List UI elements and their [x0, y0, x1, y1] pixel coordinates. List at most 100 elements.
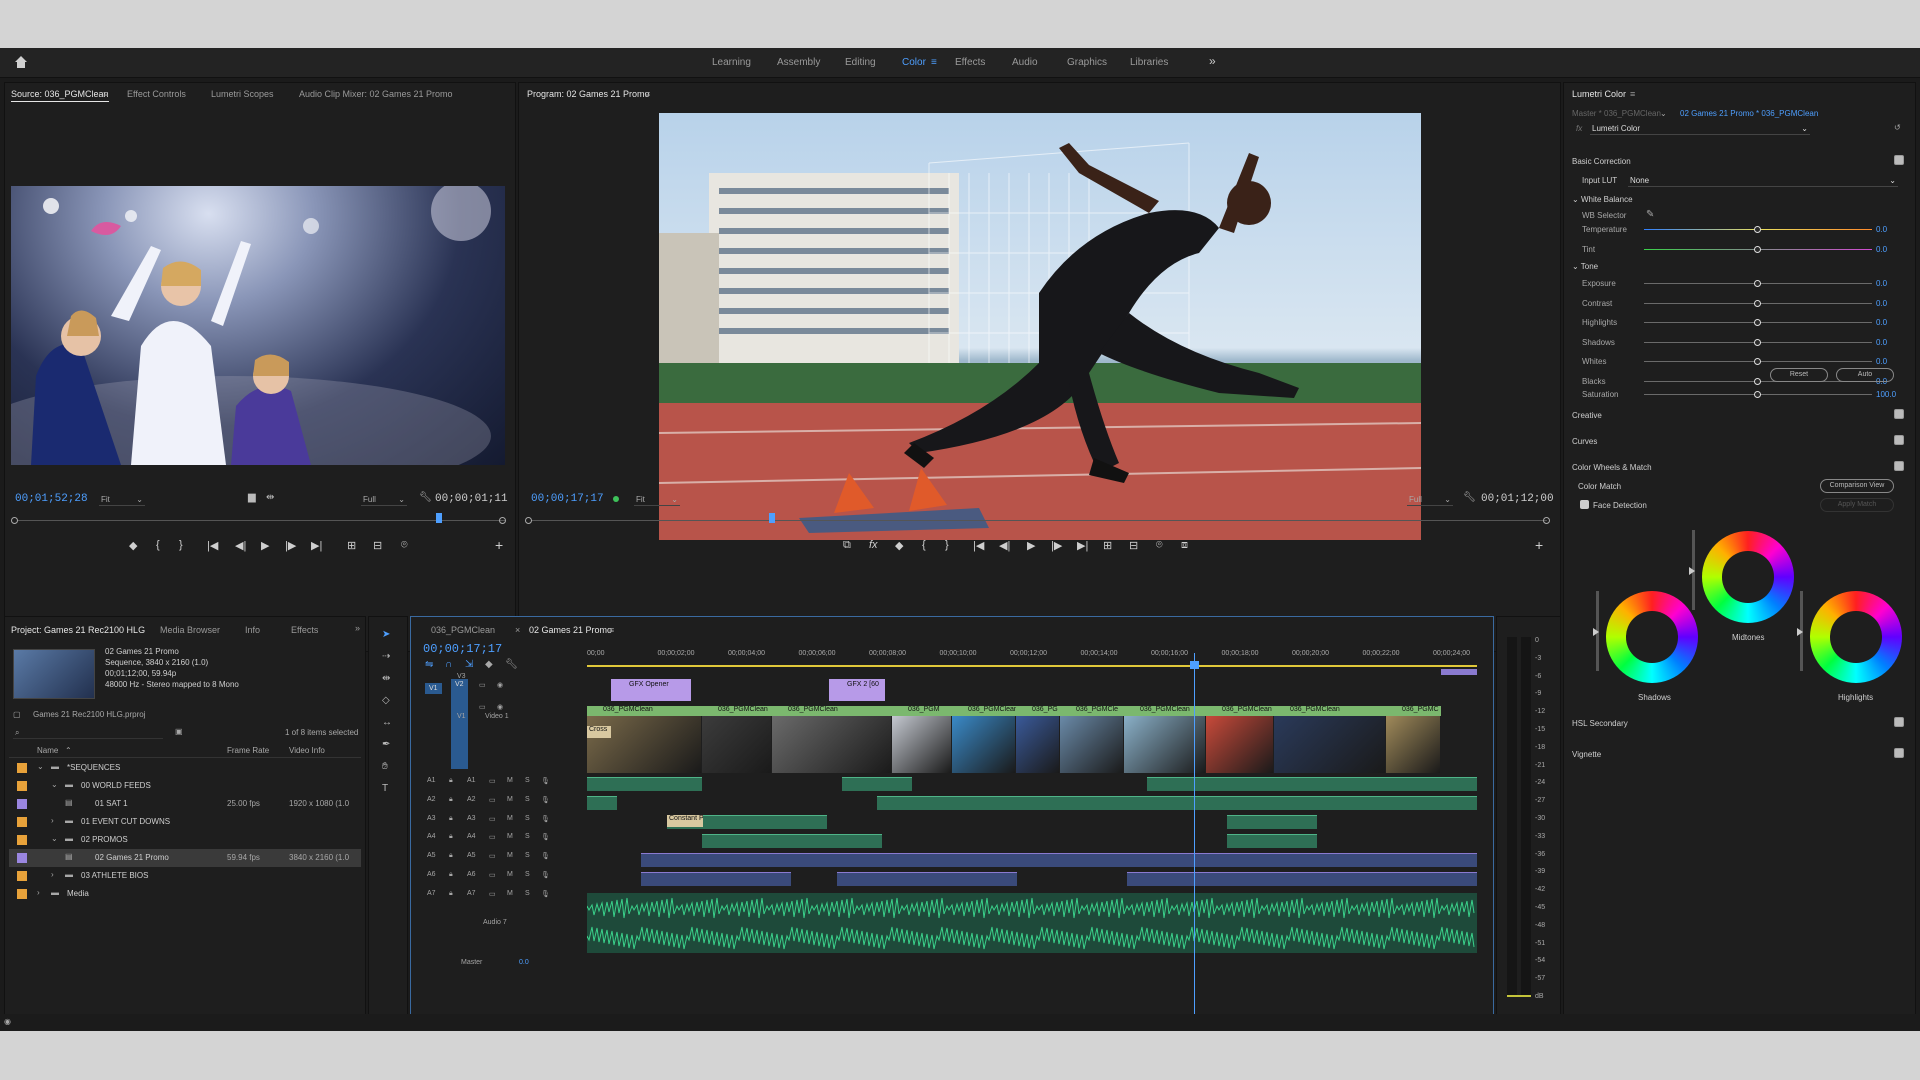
- audio-7-waveform-clip[interactable]: [586, 893, 1477, 953]
- shadows-color-wheel[interactable]: [1606, 591, 1698, 683]
- clip-thumbnail[interactable]: [1386, 716, 1440, 773]
- tab-info[interactable]: Info: [245, 625, 260, 635]
- twirl-icon[interactable]: ›: [51, 870, 54, 879]
- track-a5-label[interactable]: A5: [467, 852, 476, 859]
- more-workspaces-icon[interactable]: »: [1209, 54, 1216, 68]
- lock-icon[interactable]: 🔒︎: [449, 777, 453, 785]
- track-v1-label[interactable]: V1: [457, 713, 466, 720]
- overwrite-icon[interactable]: ⊟: [373, 539, 382, 552]
- go-to-in-icon[interactable]: |◀: [207, 539, 218, 552]
- type-tool-icon[interactable]: T: [382, 783, 388, 794]
- reset-effect-icon[interactable]: ↺: [1894, 123, 1901, 132]
- v1-clip[interactable]: 036_PGMC: [1386, 706, 1441, 716]
- curves-checkbox[interactable]: [1894, 435, 1904, 445]
- audio-clip[interactable]: [1297, 796, 1477, 810]
- gfx-opener-clip[interactable]: GFX Opener: [611, 679, 691, 701]
- column-frame-rate[interactable]: Frame Rate: [227, 746, 269, 755]
- audio-clip[interactable]: [1227, 815, 1317, 829]
- solo-button[interactable]: S: [525, 815, 530, 822]
- column-video-info[interactable]: Video Info: [289, 746, 325, 755]
- shadows-slider-knob[interactable]: [1754, 338, 1761, 346]
- source-playhead[interactable]: [436, 513, 442, 523]
- solo-button[interactable]: S: [525, 796, 530, 803]
- hand-tool-icon[interactable]: ✋︎: [382, 761, 388, 772]
- v1-clip[interactable]: 036_PGMClean: [702, 706, 772, 716]
- effect-select[interactable]: Lumetri Color ⌄: [1590, 123, 1810, 135]
- tab-project[interactable]: Project: Games 21 Rec2100 HLG: [11, 625, 145, 637]
- reset-button[interactable]: Reset: [1770, 368, 1828, 382]
- twirl-icon[interactable]: ⌄: [51, 780, 58, 789]
- program-quality-select[interactable]: Full ⌄: [1407, 494, 1453, 506]
- track-a6-label[interactable]: A6: [467, 871, 476, 878]
- comparison-view-button[interactable]: Comparison View: [1820, 479, 1894, 493]
- clip-thumbnail[interactable]: [1274, 716, 1385, 773]
- lock-icon[interactable]: 🔒︎: [449, 852, 453, 860]
- source-patch-a3[interactable]: A3: [427, 815, 436, 822]
- workspace-menu-icon[interactable]: ≡: [931, 57, 937, 68]
- mute-button[interactable]: M: [507, 833, 513, 840]
- slip-tool-icon[interactable]: ↔: [382, 717, 392, 728]
- tab-lumetri-scopes[interactable]: Lumetri Scopes: [211, 89, 274, 99]
- label-color-swatch[interactable]: [17, 889, 27, 899]
- work-area-bar[interactable]: [587, 665, 1477, 667]
- program-scrub-start[interactable]: [525, 517, 532, 524]
- exposure-slider-value[interactable]: 0.0: [1876, 279, 1887, 288]
- voiceover-icon[interactable]: 🎙︎: [541, 796, 550, 804]
- source-patch-a5[interactable]: A5: [427, 852, 436, 859]
- sync-lock-icon[interactable]: ▭: [489, 871, 496, 879]
- tab-media-browser[interactable]: Media Browser: [160, 625, 220, 635]
- voiceover-icon[interactable]: 🎙︎: [541, 890, 550, 898]
- clip-thumbnail[interactable]: [892, 716, 951, 773]
- add-button-icon[interactable]: +: [1535, 537, 1543, 553]
- fx-icon[interactable]: fx: [869, 539, 878, 551]
- creative-checkbox[interactable]: [1894, 409, 1904, 419]
- vignette-header[interactable]: Vignette: [1572, 750, 1601, 759]
- whites-slider-value[interactable]: 0.0: [1876, 357, 1887, 366]
- audio-clip[interactable]: [877, 796, 1297, 810]
- source-quality-select[interactable]: Full ⌄: [361, 494, 407, 506]
- export-frame-icon[interactable]: ⌾: [401, 539, 408, 552]
- mute-button[interactable]: M: [507, 871, 513, 878]
- source-patch-a1[interactable]: A1: [427, 777, 436, 784]
- mark-out-icon[interactable]: }: [945, 539, 949, 551]
- source-scrubber[interactable]: [17, 520, 505, 521]
- mark-in-icon[interactable]: {: [922, 539, 926, 551]
- eye-icon[interactable]: ◉: [497, 703, 503, 711]
- source-timecode[interactable]: 00;01;52;28: [15, 493, 88, 505]
- step-forward-icon[interactable]: |▶: [285, 539, 296, 552]
- workspace-effects[interactable]: Effects: [955, 57, 985, 68]
- mute-button[interactable]: M: [507, 852, 513, 859]
- lock-icon[interactable]: 🔒︎: [449, 796, 453, 804]
- audio-clip[interactable]: [1157, 796, 1227, 810]
- twirl-icon[interactable]: ›: [37, 888, 40, 897]
- lock-icon[interactable]: 🔒︎: [449, 871, 453, 879]
- v1-clip[interactable]: 036_PGMCle: [1060, 706, 1124, 716]
- face-detection-checkbox[interactable]: [1580, 500, 1589, 509]
- track-v2-label[interactable]: V2: [451, 679, 468, 769]
- tab-lumetri-color[interactable]: Lumetri Color: [1572, 89, 1626, 101]
- source-patch-a7[interactable]: A7: [427, 890, 436, 897]
- label-color-swatch[interactable]: [17, 799, 27, 809]
- label-color-swatch[interactable]: [17, 871, 27, 881]
- master-clip-label[interactable]: Master * 036_PGMClean: [1572, 109, 1661, 118]
- workspace-assembly[interactable]: Assembly: [777, 57, 820, 68]
- sync-lock-icon[interactable]: ▭: [489, 796, 496, 804]
- lock-icon[interactable]: 🔒︎: [449, 833, 453, 841]
- voiceover-icon[interactable]: 🎙︎: [541, 777, 550, 785]
- color-wheels-header[interactable]: Color Wheels & Match: [1572, 463, 1652, 472]
- wrench-icon[interactable]: 🔧︎: [505, 659, 518, 670]
- ripple-edit-tool-icon[interactable]: ⇹: [382, 673, 390, 684]
- workspace-color[interactable]: Color: [902, 57, 926, 68]
- mark-in-icon[interactable]: {: [156, 539, 160, 551]
- twirl-icon[interactable]: ⌄: [51, 834, 58, 843]
- step-forward-icon[interactable]: |▶: [1051, 539, 1062, 552]
- tone-header[interactable]: ⌄ Tone: [1572, 262, 1598, 271]
- label-color-swatch[interactable]: [17, 781, 27, 791]
- mute-button[interactable]: M: [507, 815, 513, 822]
- sync-lock-icon[interactable]: ▭: [489, 890, 496, 898]
- voiceover-icon[interactable]: 🎙︎: [541, 815, 550, 823]
- panel-menu-icon[interactable]: ≡: [103, 89, 108, 99]
- v1-clip[interactable]: 036_PGM: [892, 706, 952, 716]
- tab-audio-clip-mixer[interactable]: Audio Clip Mixer: 02 Games 21 Promo: [299, 89, 453, 99]
- program-playhead[interactable]: [769, 513, 775, 523]
